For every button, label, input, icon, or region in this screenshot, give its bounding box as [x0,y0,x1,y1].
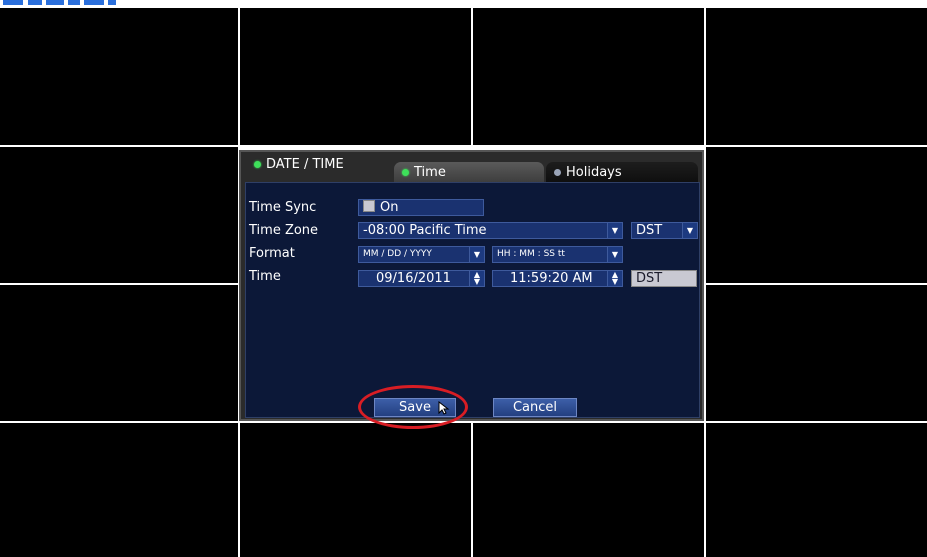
settings-panel: Time Sync On Time Zone -08:00 Pacific Ti… [245,182,700,418]
time-zone-value: -08:00 Pacific Time [363,223,487,238]
tab-holidays-label: Holidays [566,164,622,180]
dst-indicator-label: DST [636,271,663,286]
dialog-title-text: DATE / TIME [266,157,344,172]
date-value: 09/16/2011 [376,271,451,286]
status-dot-icon [402,168,409,176]
dialog-title: DATE / TIME [254,157,344,172]
time-sync-label: Time Sync [249,200,317,215]
up-down-spinner-icon[interactable]: ▲ ▼ [607,271,622,286]
camera-tile[interactable] [706,423,927,557]
camera-tile[interactable] [0,285,238,421]
camera-tile[interactable] [706,147,927,283]
camera-tile[interactable] [240,423,471,557]
camera-tile[interactable] [706,285,927,421]
dst-select-value: DST [636,223,663,238]
date-format-select[interactable]: MM / DD / YYYY ▼ [358,246,485,263]
status-dot-icon [254,161,261,168]
format-label: Format [249,246,295,261]
time-format-value: HH : MM : SS tt [497,249,565,259]
up-down-spinner-icon[interactable]: ▲ ▼ [469,271,484,286]
highlight-ring [358,385,468,429]
date-input[interactable]: 09/16/2011 ▲ ▼ [358,270,485,287]
chevron-down-icon[interactable]: ▼ [607,223,622,238]
camera-tile[interactable] [240,8,471,145]
camera-tile[interactable] [473,8,704,145]
time-sync-checkbox[interactable]: On [358,199,484,216]
status-dot-icon [554,168,561,176]
camera-tile[interactable] [0,423,238,557]
clock-input[interactable]: 11:59:20 AM ▲ ▼ [492,270,623,287]
camera-tile[interactable] [0,8,238,145]
mouse-pointer-icon [438,401,450,415]
chevron-down-icon[interactable]: ▼ [682,223,697,238]
tab-time[interactable]: Time [394,162,544,182]
chevron-down-icon[interactable]: ▼ [607,247,622,262]
time-zone-label: Time Zone [249,223,319,238]
dst-select[interactable]: DST ▼ [631,222,698,239]
cancel-button[interactable]: Cancel [493,398,577,417]
camera-tile[interactable] [0,147,238,283]
camera-tile[interactable] [473,423,704,557]
chevron-down-icon[interactable]: ▼ [469,247,484,262]
top-strip [0,0,120,8]
tab-time-label: Time [414,164,446,180]
date-time-dialog: DATE / TIME Time Holidays Time Sync On T… [239,150,704,421]
clock-value: 11:59:20 AM [510,271,593,286]
checkbox-icon[interactable] [363,200,375,212]
time-label: Time [249,269,281,284]
date-format-value: MM / DD / YYYY [363,249,432,259]
time-format-select[interactable]: HH : MM : SS tt ▼ [492,246,623,263]
time-zone-select[interactable]: -08:00 Pacific Time ▼ [358,222,623,239]
camera-tile[interactable] [706,8,927,145]
tab-holidays[interactable]: Holidays [546,162,698,182]
dst-indicator: DST [631,270,697,287]
time-sync-on-label: On [380,200,399,215]
